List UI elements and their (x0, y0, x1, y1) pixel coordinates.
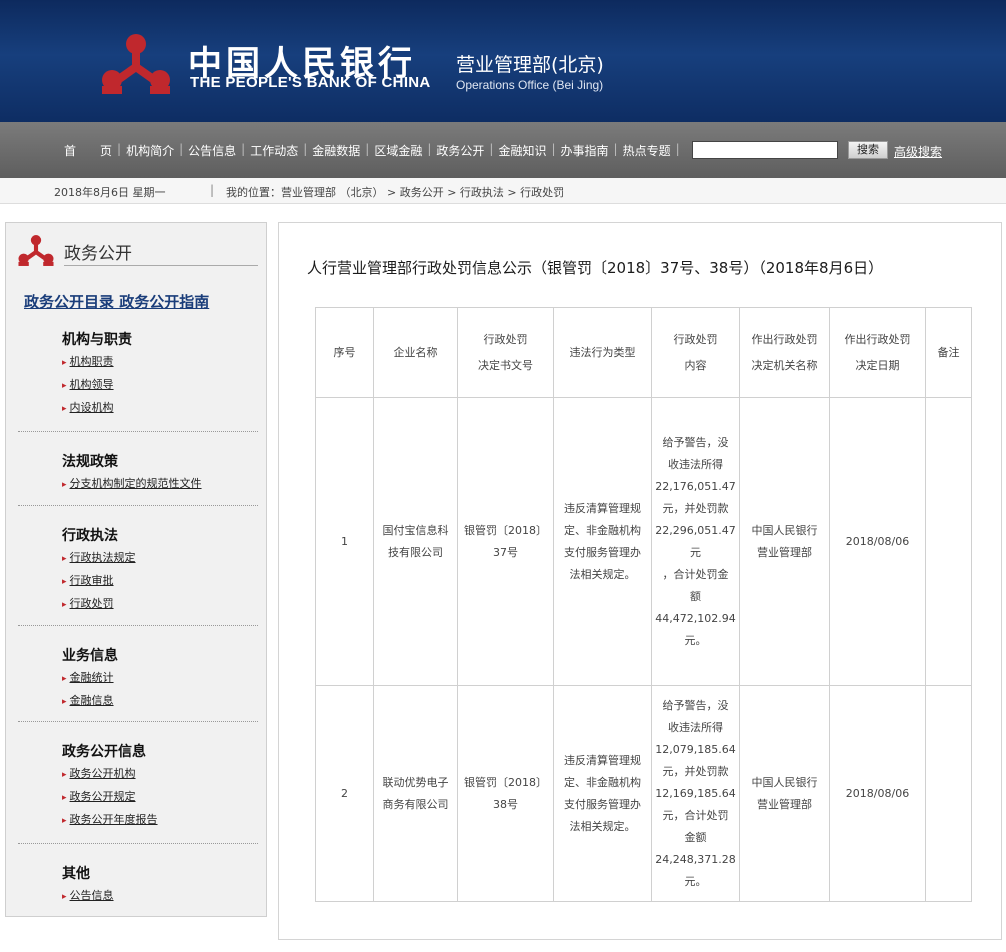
sidebar-top-links[interactable]: 政务公开目录 政务公开指南 (24, 291, 209, 312)
sidebar-link[interactable]: 机构领导 (62, 374, 262, 397)
breadcrumb-divider: | (210, 183, 215, 197)
row-number: 1 (315, 397, 374, 686)
pboc-logo-icon (18, 235, 54, 266)
penalty-table: 序号 企业名称 行政处罚 决定书文号 违法行为类型 行政处罚 内容 作出行政处罚 决定… (315, 307, 972, 902)
nav-item-notices[interactable]: 公告信息 (184, 142, 240, 159)
sidebar-link[interactable]: 内设机构 (62, 397, 262, 420)
nav-item-news[interactable]: 工作动态 (246, 142, 302, 159)
sidebar-section-enforcement: 行政执法 行政执法规定 行政审批 行政处罚 (62, 525, 262, 616)
violation-type: 违反清算管理规 定、非金融机构 支付服务管理办 法相关规定。 (553, 397, 652, 686)
decision-number: 银管罚〔2018〕 37号 (457, 397, 554, 686)
remark (925, 397, 972, 686)
sidebar-section-other: 其他 公告信息 (62, 863, 262, 908)
table-row: 1 国付宝信息科 技有限公司 银管罚〔2018〕 37号 违反清算管理规 定、非金融机… (315, 397, 972, 686)
nav-item-about[interactable]: 机构简介 (122, 142, 178, 159)
office-name-en: Operations Office (Bei Jing) (456, 78, 604, 92)
decision-date: 2018/08/06 (829, 685, 926, 902)
table-header-cell: 行政处罚 决定书文号 (457, 307, 554, 398)
office-name-cn: 营业管理部(北京) (456, 54, 604, 76)
nav-separator: | (675, 142, 680, 156)
sidebar-divider (18, 505, 258, 506)
sidebar-link[interactable]: 政务公开年度报告 (62, 809, 262, 832)
nav-item-knowledge[interactable]: 金融知识 (494, 142, 550, 159)
sidebar-link[interactable]: 行政处罚 (62, 593, 262, 616)
table-header-cell: 作出行政处罚 决定日期 (829, 307, 926, 398)
nav-items: 首 页 | 机构简介 | 公告信息 | 工作动态 | 金融数据 | 区域金融 | 政务公开 |… (60, 142, 681, 159)
decision-date: 2018/08/06 (829, 397, 926, 686)
sidebar-section-title: 法规政策 (62, 454, 118, 470)
table-header-cell: 行政处罚 内容 (651, 307, 740, 398)
advanced-search-link[interactable]: 高级搜索 (894, 143, 942, 160)
row-number: 2 (315, 685, 374, 902)
remark (925, 685, 972, 902)
company-name: 国付宝信息科 技有限公司 (373, 397, 458, 686)
nav-item-home[interactable]: 首 页 (60, 142, 116, 159)
bank-name-en: THE PEOPLE'S BANK OF CHINA (190, 74, 431, 91)
sidebar-link[interactable]: 政务公开规定 (62, 786, 262, 809)
authority-name: 中国人民银行 营业管理部 (739, 685, 830, 902)
search-button[interactable]: 搜索 (848, 141, 888, 159)
nav-item-disclosure[interactable]: 政务公开 (432, 142, 488, 159)
penalty-content: 给予警告，没 收违法所得 12,079,185.64 元，并处罚款 12,169,185… (651, 685, 740, 902)
sidebar-title-rule (64, 265, 258, 266)
sidebar-divider (18, 843, 258, 844)
sidebar-title: 政务公开 (64, 244, 132, 264)
sidebar-link[interactable]: 金融信息 (62, 690, 262, 713)
nav-item-topics[interactable]: 热点专题 (619, 142, 675, 159)
sidebar-section-title: 其他 (62, 866, 90, 882)
table-header-cell: 违法行为类型 (553, 307, 652, 398)
current-date: 2018年8月6日 星期一 (54, 186, 166, 199)
sidebar: 政务公开 政务公开目录 政务公开指南 机构与职责 机构职责 机构领导 内设机构 … (5, 222, 267, 917)
main-content: 人行营业管理部行政处罚信息公示（银管罚〔2018〕37号、38号）（2018年8… (278, 222, 1002, 940)
sidebar-section-policy: 法规政策 分支机构制定的规范性文件 (62, 451, 262, 496)
sidebar-divider (18, 625, 258, 626)
search-input[interactable] (692, 141, 838, 159)
sidebar-section-business: 业务信息 金融统计 金融信息 (62, 645, 262, 713)
sidebar-link[interactable]: 机构职责 (62, 351, 262, 374)
page-title: 人行营业管理部行政处罚信息公示（银管罚〔2018〕37号、38号）（2018年8… (307, 259, 884, 277)
sidebar-section-title: 政务公开信息 (62, 744, 146, 760)
decision-number: 银管罚〔2018〕 38号 (457, 685, 554, 902)
sidebar-link[interactable]: 政务公开机构 (62, 763, 262, 786)
breadcrumb[interactable]: 我的位置：营业管理部 （北京） > 政务公开 > 行政执法 > 行政处罚 (226, 184, 564, 200)
table-header-cell: 企业名称 (373, 307, 458, 398)
sidebar-section-title: 行政执法 (62, 528, 118, 544)
sidebar-link[interactable]: 公告信息 (62, 885, 262, 908)
sidebar-header: 政务公开 (6, 223, 266, 269)
sidebar-section-org: 机构与职责 机构职责 机构领导 内设机构 (62, 329, 262, 420)
authority-name: 中国人民银行 营业管理部 (739, 397, 830, 686)
sidebar-section-title: 机构与职责 (62, 332, 132, 348)
nav-item-data[interactable]: 金融数据 (308, 142, 364, 159)
table-header-cell: 作出行政处罚 决定机关名称 (739, 307, 830, 398)
sidebar-link[interactable]: 金融统计 (62, 667, 262, 690)
nav-item-regional[interactable]: 区域金融 (370, 142, 426, 159)
sidebar-section-disclosure: 政务公开信息 政务公开机构 政务公开规定 政务公开年度报告 (62, 741, 262, 832)
table-header-cell: 备注 (925, 307, 972, 398)
violation-type: 违反清算管理规 定、非金融机构 支付服务管理办 法相关规定。 (553, 685, 652, 902)
table-row: 2 联动优势电子 商务有限公司 银管罚〔2018〕 38号 违反清算管理规 定、非金融… (315, 685, 972, 902)
table-header-cell: 序号 (315, 307, 374, 398)
sidebar-divider (18, 721, 258, 722)
company-name: 联动优势电子 商务有限公司 (373, 685, 458, 902)
sidebar-link[interactable]: 分支机构制定的规范性文件 (62, 473, 262, 496)
pboc-logo-icon[interactable] (98, 30, 174, 96)
sidebar-link[interactable]: 行政审批 (62, 570, 262, 593)
table-header-row: 序号 企业名称 行政处罚 决定书文号 违法行为类型 行政处罚 内容 作出行政处罚 决定… (315, 307, 972, 398)
penalty-content: 给予警告，没 收违法所得 22,176,051.47 元，并处罚款 22,296,051… (651, 397, 740, 686)
site-header: 中国人民银行 THE PEOPLE'S BANK OF CHINA 营业管理部(… (0, 0, 1006, 122)
breadcrumb-bar: 2018年8月6日 星期一 | 我的位置：营业管理部 （北京） > 政务公开 >… (0, 178, 1006, 204)
sidebar-section-title: 业务信息 (62, 648, 118, 664)
nav-item-guide[interactable]: 办事指南 (557, 142, 613, 159)
sidebar-divider (18, 431, 258, 432)
sidebar-link[interactable]: 行政执法规定 (62, 547, 262, 570)
